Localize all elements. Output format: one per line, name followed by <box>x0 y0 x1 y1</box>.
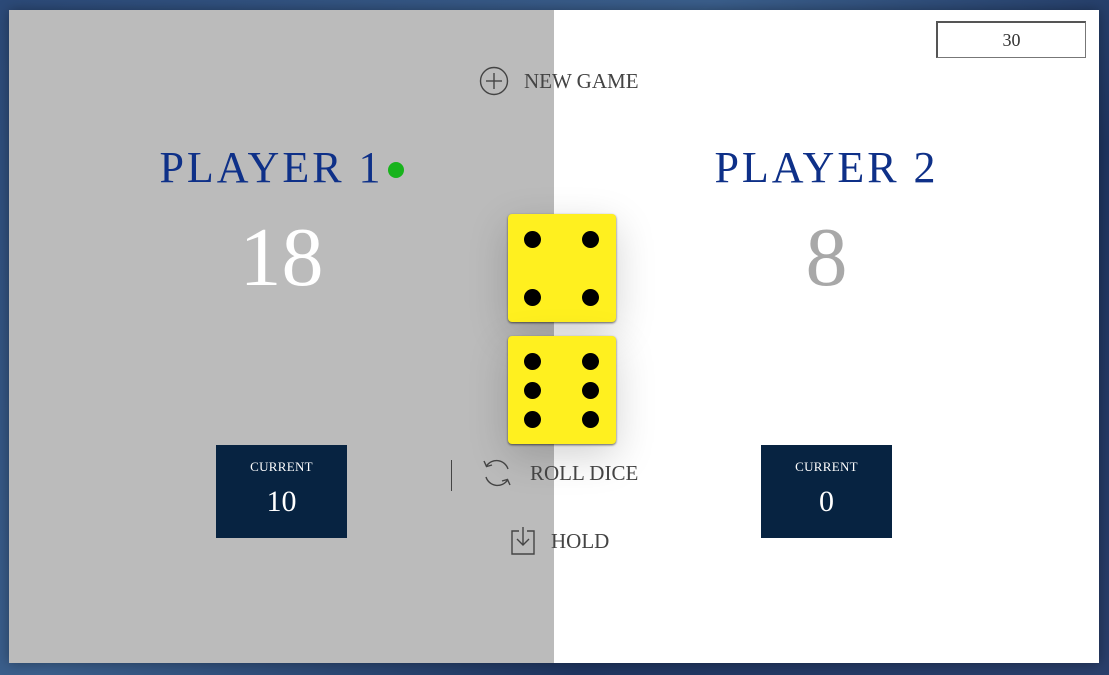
hold-label: HOLD <box>551 528 610 553</box>
player-1-panel: PLAYER 1 18 CURRENT 10 <box>9 10 554 663</box>
player-2-current-label: CURRENT <box>795 459 858 474</box>
new-game-button[interactable]: NEW GAME <box>479 66 639 96</box>
die-pip <box>582 411 599 428</box>
die-pip <box>524 231 541 248</box>
roll-dice-label: ROLL DICE <box>530 460 639 485</box>
die-pip <box>524 353 541 370</box>
die-pip <box>582 231 599 248</box>
player-2-name: PLAYER 2 <box>554 140 1099 196</box>
active-player-indicator <box>387 161 404 178</box>
player-1-current-label: CURRENT <box>250 459 313 474</box>
dice-2 <box>508 336 616 444</box>
player-1-name: PLAYER 1 <box>9 140 554 196</box>
new-game-label: NEW GAME <box>524 68 639 93</box>
game-board: PLAYER 1 18 CURRENT 10 PLAYER 2 8 CURREN… <box>9 10 1099 663</box>
die-pip <box>524 382 541 399</box>
roll-dice-button[interactable]: ROLL DICE <box>480 456 638 490</box>
hold-button[interactable]: HOLD <box>511 526 609 556</box>
target-score-input[interactable] <box>936 21 1086 58</box>
player-2-name-text: PLAYER 2 <box>714 143 939 192</box>
refresh-icon <box>480 456 514 490</box>
player-2-score: 8 <box>805 211 848 304</box>
dice-1 <box>508 214 616 322</box>
player-2-current-box: CURRENT 0 <box>761 445 892 538</box>
die-pip <box>524 289 541 306</box>
die-pip <box>582 382 599 399</box>
player-1-current-score: 10 <box>266 485 297 518</box>
player-1-current-box: CURRENT 10 <box>216 445 347 538</box>
player-1-score: 18 <box>239 211 324 304</box>
divider <box>451 460 452 491</box>
die-pip <box>582 353 599 370</box>
die-pip <box>524 411 541 428</box>
die-pip <box>582 289 599 306</box>
player-2-panel: PLAYER 2 8 CURRENT 0 <box>554 10 1099 663</box>
player-1-name-text: PLAYER 1 <box>159 143 384 192</box>
plus-circle-icon <box>479 66 509 96</box>
player-2-current-score: 0 <box>819 485 834 518</box>
download-icon <box>511 526 535 556</box>
